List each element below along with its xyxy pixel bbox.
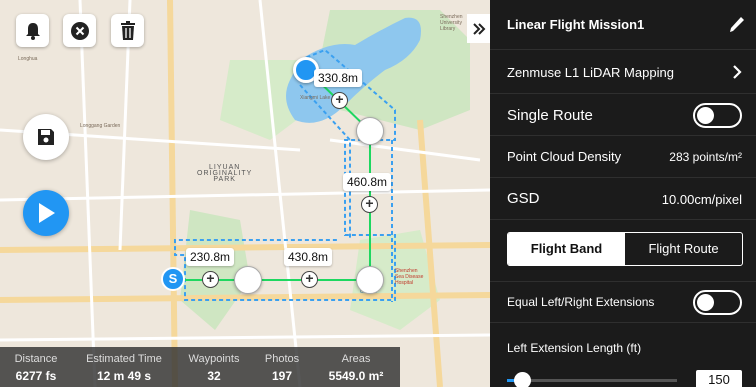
density-row: Point Cloud Density 283 points/m²	[490, 136, 756, 178]
double-chevron-right-icon	[472, 22, 485, 35]
payload-label: Zenmuse L1 LiDAR Mapping	[507, 65, 674, 80]
clear-route-button[interactable]	[63, 14, 96, 47]
mission-stats-bar: Distance 6277 fs Estimated Time 12 m 49 …	[0, 347, 400, 387]
add-waypoint-button[interactable]: +	[301, 271, 318, 288]
stat-label: Photos	[264, 353, 300, 365]
stat-value: 197	[271, 369, 293, 383]
gsd-row: GSD 10.00cm/pixel	[490, 178, 756, 220]
stat-value: 32	[207, 369, 221, 383]
single-route-label: Single Route	[507, 107, 593, 124]
slider-thumb[interactable]	[514, 372, 531, 387]
mission-title: Linear Flight Mission1	[507, 17, 645, 32]
gsd-label: GSD	[507, 190, 540, 207]
density-label: Point Cloud Density	[507, 149, 622, 164]
segment-distance-label: 330.8m	[314, 69, 363, 87]
stat-distance: Distance 6277 fs	[0, 347, 72, 387]
stat-areas: Areas 5549.0 m²	[312, 347, 400, 387]
equal-extensions-row: Equal Left/Right Extensions	[490, 281, 756, 323]
segment-distance-label: 430.8m	[284, 248, 333, 266]
waypoint-marker[interactable]	[356, 117, 384, 145]
save-icon	[38, 129, 54, 145]
add-waypoint-button[interactable]: +	[331, 92, 348, 109]
mission-title-row: Linear Flight Mission1	[490, 0, 756, 50]
notifications-button[interactable]	[16, 14, 49, 47]
play-icon	[39, 203, 55, 223]
tab-flight-route[interactable]: Flight Route	[625, 233, 742, 265]
equal-extensions-label: Equal Left/Right Extensions	[507, 295, 655, 309]
map-label: Longhua	[18, 56, 38, 62]
equal-extensions-toggle[interactable]	[693, 290, 742, 315]
close-icon	[70, 21, 89, 40]
stat-label: Estimated Time	[86, 353, 162, 365]
stat-label: Areas	[341, 353, 371, 365]
stat-label: Waypoints	[188, 353, 240, 365]
save-button[interactable]	[23, 114, 69, 160]
delete-button[interactable]	[111, 14, 144, 47]
chevron-right-icon	[733, 65, 742, 79]
left-extension-input[interactable]: 150	[696, 370, 742, 387]
map-label: Shenzhen University Library	[440, 14, 463, 32]
start-mission-button[interactable]	[23, 190, 69, 236]
map-view[interactable]: Longhua Longgang Garden LIYUAN ORIGINALIT…	[0, 0, 490, 387]
stat-value: 12 m 49 s	[96, 369, 152, 383]
add-waypoint-button[interactable]: +	[202, 271, 219, 288]
map-label: LIYUAN ORIGINALITY PARK	[197, 164, 253, 183]
stat-estimated-time: Estimated Time 12 m 49 s	[72, 347, 176, 387]
left-extension-slider[interactable]	[507, 372, 677, 387]
map-label: Xiangmi Lake	[300, 95, 331, 101]
left-extension-label: Left Extension Length (ft)	[507, 341, 642, 355]
map-label: Shenzhen Sea Disease Hospital	[395, 268, 424, 286]
collapse-panel-button[interactable]	[467, 14, 490, 43]
segment-distance-label: 230.8m	[186, 248, 235, 266]
edit-icon[interactable]	[727, 15, 745, 35]
waypoint-marker[interactable]	[356, 266, 384, 294]
bell-icon	[25, 22, 40, 40]
tab-flight-band[interactable]: Flight Band	[508, 233, 625, 265]
gsd-value: 10.00cm/pixel	[661, 192, 742, 207]
density-value: 283 points/m²	[669, 150, 742, 164]
trash-icon	[120, 21, 135, 40]
mode-segmented-control: Flight Band Flight Route	[507, 232, 743, 266]
segment-distance-label: 460.8m	[343, 173, 392, 191]
mission-settings-panel: Linear Flight Mission1 Zenmuse L1 LiDAR …	[490, 0, 756, 387]
payload-row[interactable]: Zenmuse L1 LiDAR Mapping	[490, 50, 756, 94]
stat-value: 5549.0 m²	[328, 369, 384, 383]
single-route-row: Single Route	[490, 94, 756, 136]
add-waypoint-button[interactable]: +	[361, 196, 378, 213]
stat-photos: Photos 197	[252, 347, 312, 387]
stat-waypoints: Waypoints 32	[176, 347, 252, 387]
stat-value: 6277 fs	[15, 369, 57, 383]
map-label: Longgang Garden	[80, 123, 121, 129]
start-marker[interactable]: S	[161, 267, 185, 291]
map-base	[0, 0, 490, 387]
single-route-toggle[interactable]	[693, 103, 742, 128]
stat-label: Distance	[14, 353, 58, 365]
waypoint-marker[interactable]	[234, 266, 262, 294]
